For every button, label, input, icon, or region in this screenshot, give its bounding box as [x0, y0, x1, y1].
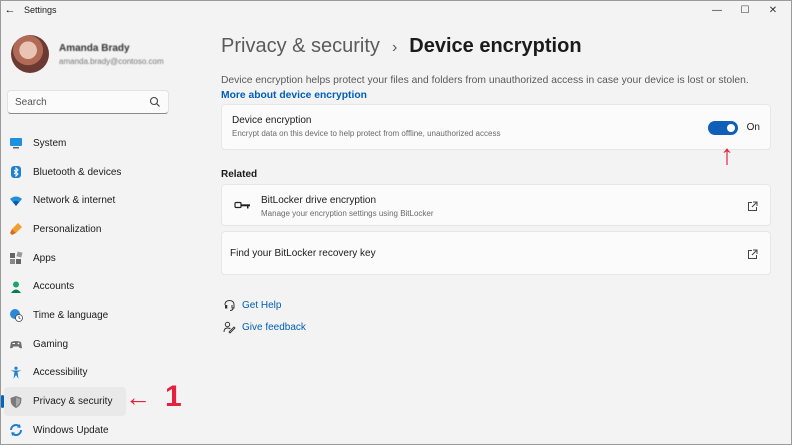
- bitlocker-title: BitLocker drive encryption: [261, 195, 377, 206]
- sidebar-item-label: System: [33, 137, 67, 149]
- accessibility-icon: [10, 366, 22, 379]
- window-title: Settings: [24, 5, 57, 15]
- recovery-key-card[interactable]: Find your BitLocker recovery key: [221, 231, 771, 275]
- back-arrow-icon[interactable]: ←: [2, 4, 18, 16]
- give-feedback-label: Give feedback: [242, 322, 306, 333]
- title-bar: ← Settings: [1, 1, 791, 19]
- bitlocker-card[interactable]: BitLocker drive encryption Manage your e…: [221, 184, 771, 226]
- annotation-step-1: 1: [165, 380, 182, 413]
- sidebar-item-label: Network & internet: [33, 195, 116, 207]
- sidebar-item-label: Personalization: [33, 223, 102, 235]
- minimize-icon[interactable]: —: [703, 5, 731, 16]
- feedback-icon: [223, 321, 236, 334]
- device-encryption-toggle[interactable]: [708, 121, 738, 135]
- avatar: [11, 35, 49, 73]
- annotation-arrow-up: ↑: [720, 139, 734, 170]
- description-text: Device encryption helps protect your fil…: [221, 75, 749, 86]
- monitor-icon: [10, 138, 22, 149]
- get-help-label: Get Help: [242, 300, 282, 311]
- paintbrush-icon: [10, 223, 22, 236]
- profile-email: amanda.brady@contoso.com: [59, 56, 164, 66]
- related-section-label: Related: [221, 169, 258, 180]
- search-input[interactable]: Search: [7, 90, 169, 114]
- update-icon: [10, 424, 22, 437]
- sidebar-item-windows-update[interactable]: Windows Update: [1, 416, 201, 445]
- user-profile[interactable]: Amanda Brady amanda.brady@contoso.com: [11, 35, 164, 73]
- maximize-icon[interactable]: ☐: [731, 5, 759, 16]
- sidebar-item-apps[interactable]: Apps: [1, 244, 201, 273]
- open-external-icon[interactable]: [747, 201, 758, 212]
- sidebar-item-label: Apps: [33, 252, 56, 264]
- page-description: Device encryption helps protect your fil…: [221, 73, 766, 103]
- give-feedback-link[interactable]: Give feedback: [223, 321, 306, 334]
- get-help-link[interactable]: Get Help: [223, 299, 281, 312]
- bluetooth-icon: [11, 166, 21, 179]
- open-external-icon[interactable]: [747, 249, 758, 260]
- window-controls: — ☐ ✕: [703, 1, 787, 19]
- sidebar-item-accounts[interactable]: Accounts: [1, 272, 201, 301]
- sidebar-item-label: Privacy & security: [33, 396, 113, 408]
- recovery-key-title: Find your BitLocker recovery key: [230, 248, 376, 259]
- annotation-arrow-left: ←: [125, 382, 151, 412]
- globe-clock-icon: [10, 309, 23, 323]
- close-icon[interactable]: ✕: [759, 5, 787, 16]
- wifi-icon: [10, 196, 22, 206]
- device-encryption-title: Device encryption: [232, 115, 312, 126]
- shield-icon: [10, 395, 22, 408]
- sidebar-item-privacy-security[interactable]: Privacy & security: [1, 387, 126, 416]
- profile-name: Amanda Brady: [59, 42, 130, 54]
- device-encryption-subtitle: Encrypt data on this device to help prot…: [232, 129, 501, 138]
- sidebar-item-label: Accessibility: [33, 367, 88, 379]
- gamepad-icon: [10, 341, 22, 349]
- person-icon: [11, 281, 21, 293]
- help-icon: [224, 299, 235, 311]
- breadcrumb-separator: ›: [391, 39, 398, 56]
- breadcrumb-parent[interactable]: Privacy & security: [221, 35, 380, 58]
- learn-more-link[interactable]: More about device encryption: [221, 90, 367, 101]
- toggle-state-label: On: [746, 122, 760, 133]
- sidebar-item-label: Windows Update: [33, 424, 109, 436]
- sidebar-item-label: Accounts: [33, 281, 75, 293]
- sidebar-item-label: Bluetooth & devices: [33, 166, 122, 178]
- device-encryption-card: Device encryption Encrypt data on this d…: [221, 104, 771, 150]
- search-placeholder: Search: [15, 96, 47, 108]
- apps-icon: [10, 251, 23, 265]
- breadcrumb: Privacy & security › Device encryption: [221, 35, 582, 58]
- sidebar-item-personalization[interactable]: Personalization: [1, 215, 201, 244]
- sidebar-item-bluetooth[interactable]: Bluetooth & devices: [1, 158, 201, 187]
- sidebar-item-gaming[interactable]: Gaming: [1, 330, 201, 359]
- sidebar-item-time-language[interactable]: Time & language: [1, 301, 201, 330]
- toggle-knob: [727, 124, 735, 132]
- sidebar-item-network[interactable]: Network & internet: [1, 186, 201, 215]
- sidebar-item-label: Gaming: [33, 338, 69, 350]
- bitlocker-subtitle: Manage your encryption settings using Bi…: [261, 209, 434, 218]
- key-icon: [234, 201, 250, 209]
- page-title: Device encryption: [409, 35, 582, 57]
- search-icon: [149, 96, 160, 107]
- sidebar-item-label: Time & language: [33, 309, 109, 321]
- sidebar-item-system[interactable]: System: [1, 129, 201, 158]
